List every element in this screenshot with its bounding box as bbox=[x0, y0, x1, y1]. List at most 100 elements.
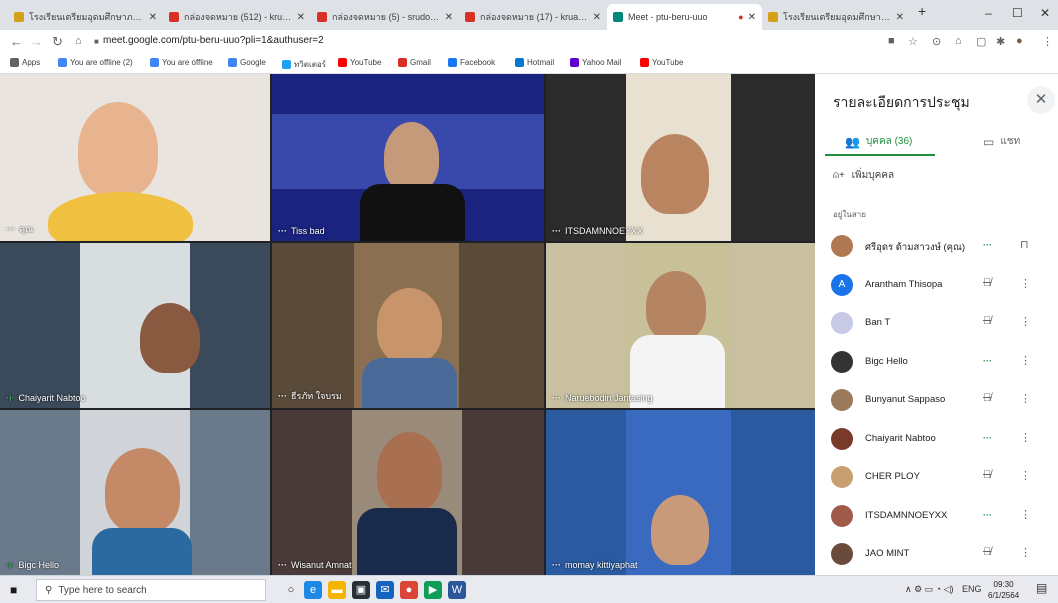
audio-indicator-icon: ··· bbox=[552, 226, 561, 236]
participant-row[interactable]: CHER PLOY 🎙̸ ⋮ bbox=[815, 458, 1058, 496]
home-icon[interactable]: ⌂ bbox=[75, 35, 82, 47]
close-tab-icon[interactable]: ✕ bbox=[149, 12, 157, 23]
participant-tile[interactable]: ·ı· Bigc Hello bbox=[0, 410, 270, 575]
browser-tab[interactable]: โรงเรียนเตรียมอุดมศึกษาภาคเหนือ✕ bbox=[762, 4, 910, 30]
bookmark-item[interactable]: Facebook bbox=[448, 58, 495, 67]
cortana-icon[interactable]: ○ bbox=[282, 581, 300, 599]
close-tab-icon[interactable]: ✕ bbox=[593, 12, 601, 23]
browser-tab[interactable]: กล่องจดหมาย (5) - srudon.itf ✕ bbox=[311, 4, 459, 30]
more-options-icon[interactable]: ⋮ bbox=[1020, 315, 1031, 328]
participant-video bbox=[377, 288, 442, 363]
browser-tab[interactable]: กล่องจดหมาย (17) - kruau.snu ✕ bbox=[459, 4, 607, 30]
participant-tile[interactable]: ··· momay kittiyaphat bbox=[546, 410, 815, 575]
bookmark-item[interactable]: Yahoo Mail bbox=[570, 58, 621, 67]
close-tab-icon[interactable]: ✕ bbox=[445, 12, 453, 23]
more-options-icon[interactable]: ⋮ bbox=[1020, 431, 1031, 444]
participant-tile[interactable]: ··· Wisanut Amnat bbox=[272, 410, 544, 575]
back-arrow-icon[interactable]: ← bbox=[10, 34, 23, 49]
participant-tile[interactable]: ·ı· Chaiyarit Nabtoo bbox=[0, 243, 270, 408]
tile-name: Wisanut Amnat bbox=[291, 560, 352, 570]
participant-video bbox=[48, 192, 193, 241]
chrome-icon[interactable]: ● bbox=[400, 581, 418, 599]
bookmark-apps[interactable]: Apps bbox=[10, 58, 40, 67]
add-people-button[interactable]: ⍝+ เพิ่มบุคคล bbox=[833, 168, 894, 183]
language-indicator[interactable]: ENG bbox=[962, 584, 982, 594]
participant-tile[interactable]: ··· ITSDAMNNOEYXX bbox=[546, 74, 815, 241]
close-window-button[interactable]: ✕ bbox=[1040, 6, 1050, 20]
participant-row[interactable]: Chaiyarit Nabtoo ··· ⋮ bbox=[815, 420, 1058, 458]
participant-tile[interactable]: ··· ธีรภัท ใจบรม bbox=[272, 243, 544, 408]
more-options-icon[interactable]: ⋮ bbox=[1020, 277, 1031, 290]
participant-row[interactable]: JAO MINT 🎙̸ ⋮ bbox=[815, 535, 1058, 573]
participant-row[interactable]: A Arantham Thisopa 🎙̸ ⋮ bbox=[815, 266, 1058, 304]
more-options-icon[interactable]: ⋮ bbox=[1020, 392, 1031, 405]
avatar bbox=[831, 427, 853, 450]
tab-chat[interactable]: ▭ แชท bbox=[983, 134, 1020, 149]
puzzle-icon[interactable]: ✱ bbox=[996, 35, 1005, 48]
youtube-icon bbox=[640, 58, 649, 67]
meet-icon[interactable]: ▶ bbox=[424, 581, 442, 599]
pin-icon[interactable]: ⊓ bbox=[1020, 238, 1029, 251]
more-options-icon[interactable]: ⋮ bbox=[1020, 469, 1031, 482]
close-panel-button[interactable]: ✕ bbox=[1027, 86, 1055, 114]
file-explorer-icon[interactable]: ▬ bbox=[328, 581, 346, 599]
more-options-icon[interactable]: ⋮ bbox=[1020, 354, 1031, 367]
tray-icons[interactable]: ∧ ⚙ ▭ ◔ ◁) bbox=[905, 584, 954, 595]
browser-tab[interactable]: โรงเรียนเตรียมอุดมศึกษาภาคเหนือ✕ bbox=[8, 4, 163, 30]
reload-icon[interactable]: ↻ bbox=[52, 34, 63, 50]
bookmark-item[interactable]: ทวิตเตอร์ bbox=[282, 58, 326, 71]
clock[interactable]: 09:30 6/1/2564 bbox=[988, 579, 1019, 601]
audio-indicator-icon: ··· bbox=[552, 393, 561, 403]
participant-row[interactable]: Bunyanut Sappaso 🎙̸ ⋮ bbox=[815, 381, 1058, 419]
participant-tile[interactable]: ··· Tiss bad bbox=[272, 74, 544, 241]
bookmark-item[interactable]: You are offline bbox=[150, 58, 213, 67]
google-icon bbox=[58, 58, 67, 67]
bookmark-star-icon[interactable]: ☆ bbox=[908, 35, 918, 48]
extension-icon[interactable]: ▢ bbox=[976, 35, 986, 48]
participant-row[interactable]: ศรีอุดร ด้ามสาวงษ์ (คุณ) ··· ⊓ bbox=[815, 227, 1058, 265]
participant-name: CHER PLOY bbox=[865, 471, 920, 482]
mic-off-icon: 🎙̸ bbox=[983, 392, 992, 404]
bookmark-item[interactable]: Hotmail bbox=[515, 58, 554, 67]
more-options-icon[interactable]: ⋮ bbox=[1020, 508, 1031, 521]
profile-avatar[interactable]: ● bbox=[1016, 35, 1023, 47]
bookmark-item[interactable]: Google bbox=[228, 58, 266, 67]
forward-arrow-icon[interactable]: → bbox=[30, 34, 43, 49]
maximize-button[interactable]: ☐ bbox=[1012, 6, 1023, 20]
camera-icon[interactable]: ■ bbox=[888, 35, 895, 47]
extension-icon[interactable]: ⌂ bbox=[955, 35, 962, 47]
participant-tile[interactable]: ··· คุณ bbox=[0, 74, 270, 241]
participant-row[interactable]: Ban T 🎙̸ ⋮ bbox=[815, 304, 1058, 342]
audio-indicator-icon: ··· bbox=[983, 240, 992, 250]
menu-icon[interactable]: ⋮ bbox=[1042, 35, 1053, 48]
word-icon[interactable]: W bbox=[448, 581, 466, 599]
mail-icon[interactable]: ✉ bbox=[376, 581, 394, 599]
more-options-icon[interactable]: ⋮ bbox=[1020, 546, 1031, 559]
windows-start-icon[interactable]: ■ bbox=[10, 583, 17, 597]
participant-row[interactable]: Bigc Hello ··· ⋮ bbox=[815, 343, 1058, 381]
extension-icon[interactable]: ⊙ bbox=[932, 35, 941, 48]
new-tab-button[interactable]: + bbox=[918, 3, 926, 19]
browser-tab-active[interactable]: Meet - ptu-beru-uuo ● ✕ bbox=[607, 4, 762, 30]
bookmark-item[interactable]: YouTube bbox=[640, 58, 683, 67]
participant-row[interactable]: ITSDAMNNOEYXX ··· ⋮ bbox=[815, 497, 1058, 535]
lock-icon: ■ bbox=[94, 37, 99, 46]
close-tab-icon[interactable]: ✕ bbox=[896, 12, 904, 23]
bookmark-item[interactable]: YouTube bbox=[338, 58, 381, 67]
browser-tab[interactable]: กล่องจดหมาย (512) - krusnudc✕ bbox=[163, 4, 311, 30]
tab-favicon-icon bbox=[14, 12, 24, 22]
url-field[interactable]: meet.google.com/ptu-beru-uuo?pli=1&authu… bbox=[103, 35, 324, 46]
close-tab-icon[interactable]: ✕ bbox=[748, 12, 756, 23]
close-tab-icon[interactable]: ✕ bbox=[297, 12, 305, 23]
notification-icon[interactable]: ▤ bbox=[1036, 581, 1047, 595]
participant-tile[interactable]: ··· Naruebodin Jantasing bbox=[546, 243, 815, 408]
bookmark-item[interactable]: Gmail bbox=[398, 58, 431, 67]
participant-video bbox=[105, 448, 180, 533]
audio-indicator-icon: ··· bbox=[278, 391, 287, 401]
minimize-button[interactable]: – bbox=[985, 6, 992, 20]
taskbar-search[interactable]: ⚲ Type here to search bbox=[36, 579, 266, 601]
bookmark-item[interactable]: You are offline (2) bbox=[58, 58, 133, 67]
store-icon[interactable]: ▣ bbox=[352, 581, 370, 599]
tab-people[interactable]: 👥 บุคคล (36) bbox=[845, 134, 912, 149]
edge-icon[interactable]: e bbox=[304, 581, 322, 599]
